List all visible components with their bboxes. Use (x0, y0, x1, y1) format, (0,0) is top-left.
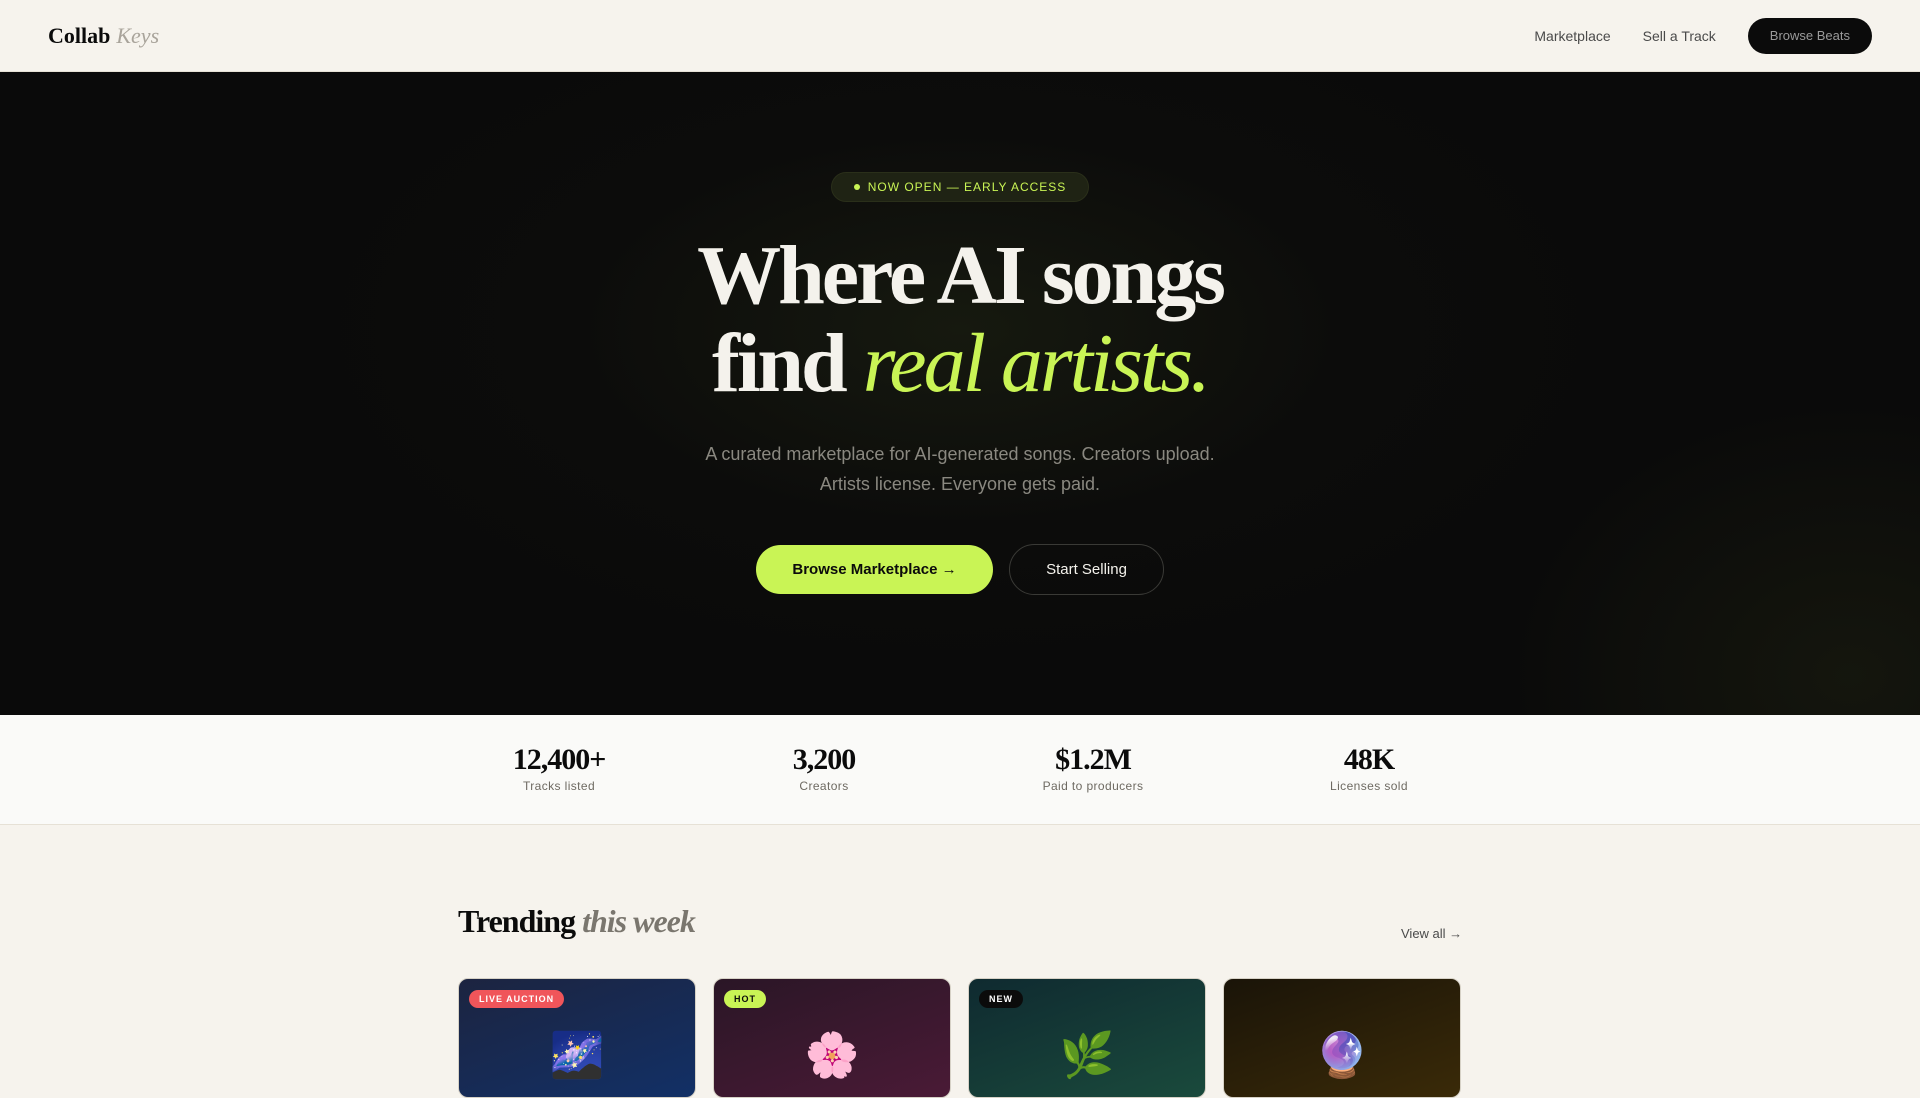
start-selling-button[interactable]: Start Selling (1009, 544, 1164, 595)
crystal-ball-icon: 🔮 (1314, 1031, 1370, 1080)
cherry-blossom-icon: 🌸 (804, 1031, 860, 1080)
trending-title-sub: this week (582, 903, 696, 939)
stat-paid: $1.2M Paid to producers (993, 743, 1193, 793)
browse-marketplace-button[interactable]: Browse Marketplace → (756, 545, 993, 594)
hero-title-accent: real artists. (862, 317, 1211, 410)
track-card[interactable]: LIVE AUCTION 🌌 (458, 978, 696, 1098)
hero-subtitle-line1: A curated marketplace for AI-generated s… (705, 444, 1215, 464)
nav-link-marketplace[interactable]: Marketplace (1534, 28, 1610, 44)
hero-section: NOW OPEN — EARLY ACCESS Where AI songs f… (0, 72, 1920, 715)
early-access-pill: NOW OPEN — EARLY ACCESS (831, 172, 1089, 202)
stat-value: 12,400+ (512, 743, 607, 776)
hero-subtitle-line2: Artists license. Everyone gets paid. (819, 474, 1101, 494)
logo[interactable]: Collab Keys (48, 23, 159, 49)
track-card[interactable]: NEW 🌿 (968, 978, 1206, 1098)
track-card[interactable]: 🔮 (1223, 978, 1461, 1098)
stats-bar: 12,400+ Tracks listed 3,200 Creators $1.… (0, 715, 1920, 825)
stat-label: Licenses sold (1330, 779, 1408, 793)
trending-title-main: Trending (458, 903, 576, 939)
logo-sub-text: Keys (116, 22, 160, 48)
stat-licenses: 48K Licenses sold (1269, 743, 1469, 793)
pill-text: NOW OPEN — EARLY ACCESS (867, 180, 1067, 194)
herb-icon: 🌿 (1059, 1031, 1115, 1080)
logo-main-text: Collab (48, 22, 111, 48)
stat-label: Tracks listed (522, 779, 596, 793)
new-badge: NEW (979, 990, 1023, 1008)
stat-label: Creators (799, 779, 849, 793)
view-all-link[interactable]: View all → (1401, 926, 1462, 941)
stat-tracks: 12,400+ Tracks listed (459, 743, 659, 793)
stat-value: $1.2M (1055, 743, 1132, 776)
stat-value: 3,200 (792, 743, 857, 776)
nav-links: Marketplace Sell a Track Browse Beats (1534, 17, 1872, 54)
top-nav: Collab Keys Marketplace Sell a Track Bro… (0, 0, 1920, 72)
browse-beats-button[interactable]: Browse Beats (1747, 17, 1872, 54)
status-dot-icon (853, 184, 860, 190)
trending-title: Trending this week (458, 903, 696, 940)
hot-badge: HOT (724, 990, 766, 1008)
track-card[interactable]: HOT 🌸 (713, 978, 951, 1098)
hero-title: Where AI songs find real artists. (0, 232, 1920, 408)
nav-link-sell-a-track[interactable]: Sell a Track (1643, 28, 1716, 44)
hero-title-line2-plain: find (711, 317, 848, 410)
hero-title-line1: Where AI songs (697, 229, 1226, 322)
hero-subtitle: A curated marketplace for AI-generated s… (660, 439, 1260, 499)
stat-creators: 3,200 Creators (724, 743, 924, 793)
galaxy-icon: 🌌 (549, 1031, 605, 1080)
hero-glow-decoration (1500, 395, 1920, 715)
live-auction-badge: LIVE AUCTION (469, 990, 565, 1008)
stat-value: 48K (1343, 743, 1395, 776)
stat-label: Paid to producers (1042, 779, 1144, 793)
